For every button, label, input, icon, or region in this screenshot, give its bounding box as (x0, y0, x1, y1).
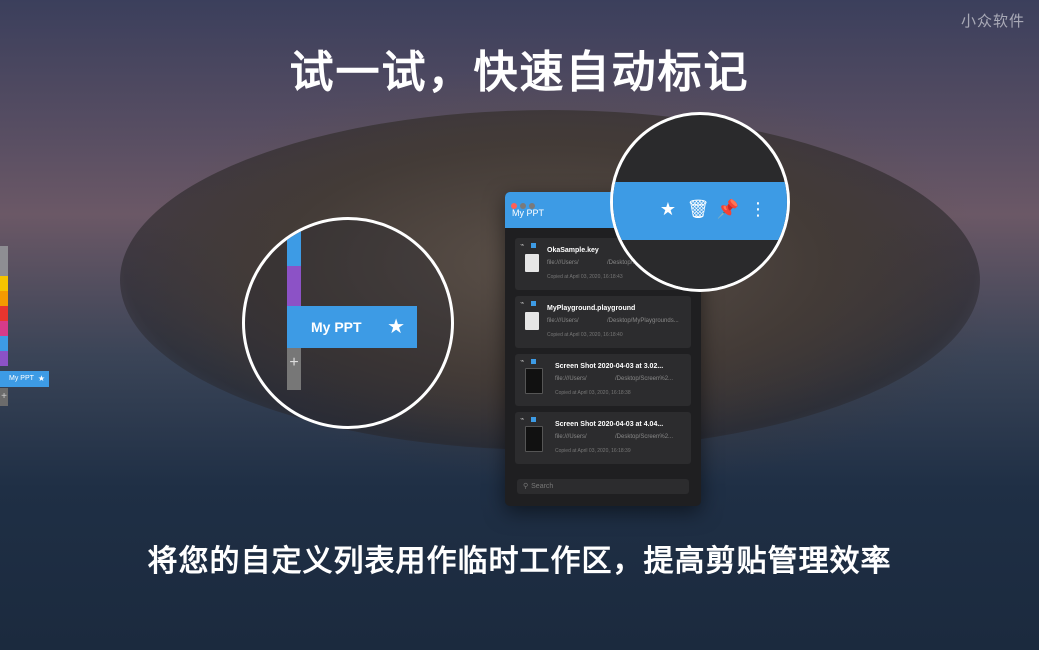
screenshot-thumbnail (525, 368, 543, 394)
zoom-color-strip (287, 220, 301, 306)
tab-label: My PPT (311, 319, 362, 335)
mini-tab-my-ppt[interactable]: My PPT ★ (0, 371, 49, 387)
item-name: OkaSample.key (547, 247, 599, 254)
search-placeholder: Search (531, 483, 554, 490)
add-list-button[interactable]: + (287, 348, 301, 390)
item-name: Screen Shot 2020-04-03 at 3.02... (555, 363, 664, 370)
panel-title: My PPT (512, 208, 545, 218)
screenshot-thumbnail (525, 426, 543, 452)
item-timestamp: Copied at April 03, 2020, 16:18:39 (555, 448, 631, 454)
list-item[interactable]: ⌁ MyPlayground.playground file:///Users/… (515, 296, 691, 348)
tab-my-ppt[interactable]: My PPT ★ (287, 306, 417, 348)
item-path: file:///Users/ (547, 318, 579, 324)
toolbar-icons: ★ 🗑 📌 ⋮ (653, 199, 773, 220)
mini-add-button[interactable]: + (0, 388, 8, 406)
search-icon: ⚲ (523, 483, 529, 490)
item-path-rest: /Desktop/Screen%2... (615, 434, 674, 440)
mini-tab-label: My PPT (9, 375, 34, 382)
item-timestamp: Copied at April 03, 2020, 16:18:40 (547, 332, 623, 338)
star-icon: ★ (37, 374, 45, 383)
subline: 将您的自定义列表用作临时工作区，提高剪贴管理效率 (147, 545, 892, 578)
file-thumbnail (525, 254, 539, 272)
star-icon[interactable]: ★ (387, 306, 405, 348)
paperclip-icon: ⌁ (520, 300, 525, 307)
zoom-circle-toolbar: ★ 🗑 📌 ⋮ (610, 112, 790, 292)
color-tag (531, 359, 536, 364)
headline: 试一试，快速自动标记 (289, 48, 750, 97)
paperclip-icon: ⌁ (520, 358, 525, 365)
item-name: MyPlayground.playground (547, 305, 636, 312)
list-item[interactable]: ⌁ Screen Shot 2020-04-03 at 4.04... file… (515, 412, 691, 464)
item-path-rest: /Desktop/Screen%2... (615, 376, 674, 382)
color-tag (531, 417, 536, 422)
file-thumbnail (525, 312, 539, 330)
color-tag (531, 301, 536, 306)
item-path: file:///Users/ (555, 434, 587, 440)
item-path: file:///Users/ (547, 260, 579, 266)
item-name: Screen Shot 2020-04-03 at 4.04... (555, 421, 664, 428)
item-path-rest: /Desktop/MyPlaygrounds... (607, 318, 679, 324)
list-item[interactable]: ⌁ Screen Shot 2020-04-03 at 3.02... file… (515, 354, 691, 406)
item-timestamp: Copied at April 03, 2020, 16:18:38 (555, 390, 631, 396)
trash-icon[interactable]: 🗑 (683, 199, 713, 220)
item-timestamp: Copied at April 03, 2020, 16:18:43 (547, 274, 623, 280)
search-input[interactable]: ⚲ Search (517, 479, 689, 494)
more-icon[interactable]: ⋮ (743, 199, 773, 220)
item-path: file:///Users/ (555, 376, 587, 382)
star-icon[interactable]: ★ (653, 199, 683, 220)
paperclip-icon: ⌁ (520, 242, 525, 249)
color-tag (531, 243, 536, 248)
zoom-panel-body (613, 240, 787, 289)
watermark: 小众软件 (960, 13, 1025, 30)
mini-color-strip (0, 246, 8, 366)
zoom-circle-tab: My PPT ★ + (242, 217, 454, 429)
paperclip-icon: ⌁ (520, 416, 525, 423)
pin-icon[interactable]: 📌 (713, 199, 743, 220)
